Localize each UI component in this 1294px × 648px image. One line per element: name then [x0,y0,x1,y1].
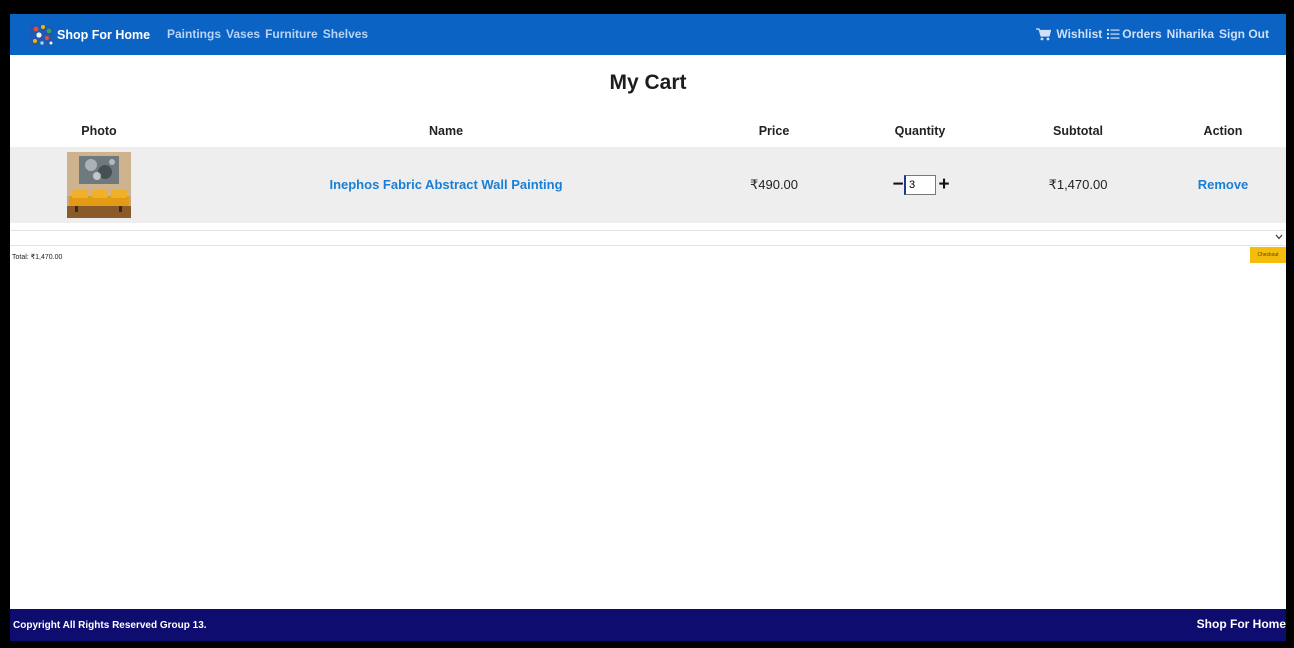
column-header-subtotal: Subtotal [1053,124,1103,138]
product-price: ₹490.00 [749,177,799,192]
product-name-link[interactable]: Inephos Fabric Abstract Wall Painting [329,177,562,192]
category-nav: Paintings Vases Furniture Shelves [167,27,368,41]
column-header-photo: Photo [81,124,117,138]
decrease-quantity-button[interactable]: − [892,175,904,195]
product-subtotal: ₹1,470.00 [1048,177,1108,192]
page-title: My Cart [609,71,687,94]
increase-quantity-button[interactable]: + [938,175,950,195]
footer-brand: Shop For Home [1196,617,1286,631]
footer: Copyright All Rights Reserved Group 13. … [10,609,1286,641]
cart-icon [1036,27,1052,40]
nav-shelves-link[interactable]: Shelves [323,27,368,41]
cart-total: Total: ₹1,470.00 [12,254,63,261]
brand-logo-icon [30,25,54,45]
user-profile-link[interactable]: Niharika [1167,27,1214,41]
remove-button[interactable]: Remove [1198,177,1249,192]
divider [10,230,1286,231]
column-header-action: Action [1203,124,1243,138]
quantity-input[interactable] [904,175,936,195]
column-header-name: Name [428,124,464,138]
orders-link[interactable]: Orders [1107,27,1162,41]
quantity-stepper: − + [892,173,950,197]
orders-label: Orders [1122,27,1162,41]
wishlist-label: Wishlist [1056,27,1103,41]
account-nav: Wishlist Orders Niharika Sign Out [1036,27,1269,41]
brand-link[interactable]: Shop For Home [28,20,150,50]
product-thumbnail[interactable] [67,152,131,218]
page: Shop For Home Paintings Vases Furniture … [10,14,1286,641]
footer-copyright: Copyright All Rights Reserved Group 13. [13,620,207,631]
checkout-button[interactable]: Checkout [1250,247,1286,263]
chevron-down-icon[interactable] [1275,234,1283,240]
nav-furniture-link[interactable]: Furniture [265,27,318,41]
list-icon [1107,29,1120,39]
nav-paintings-link[interactable]: Paintings [167,27,221,41]
column-header-quantity: Quantity [894,124,946,138]
wishlist-link[interactable]: Wishlist [1036,27,1102,41]
brand-name: Shop For Home [57,28,151,42]
navbar: Shop For Home Paintings Vases Furniture … [10,14,1286,55]
column-header-price: Price [758,124,790,138]
sign-out-link[interactable]: Sign Out [1219,27,1269,41]
divider [10,245,1286,246]
cart-row: Inephos Fabric Abstract Wall Painting ₹4… [10,147,1286,223]
nav-vases-link[interactable]: Vases [226,27,260,41]
